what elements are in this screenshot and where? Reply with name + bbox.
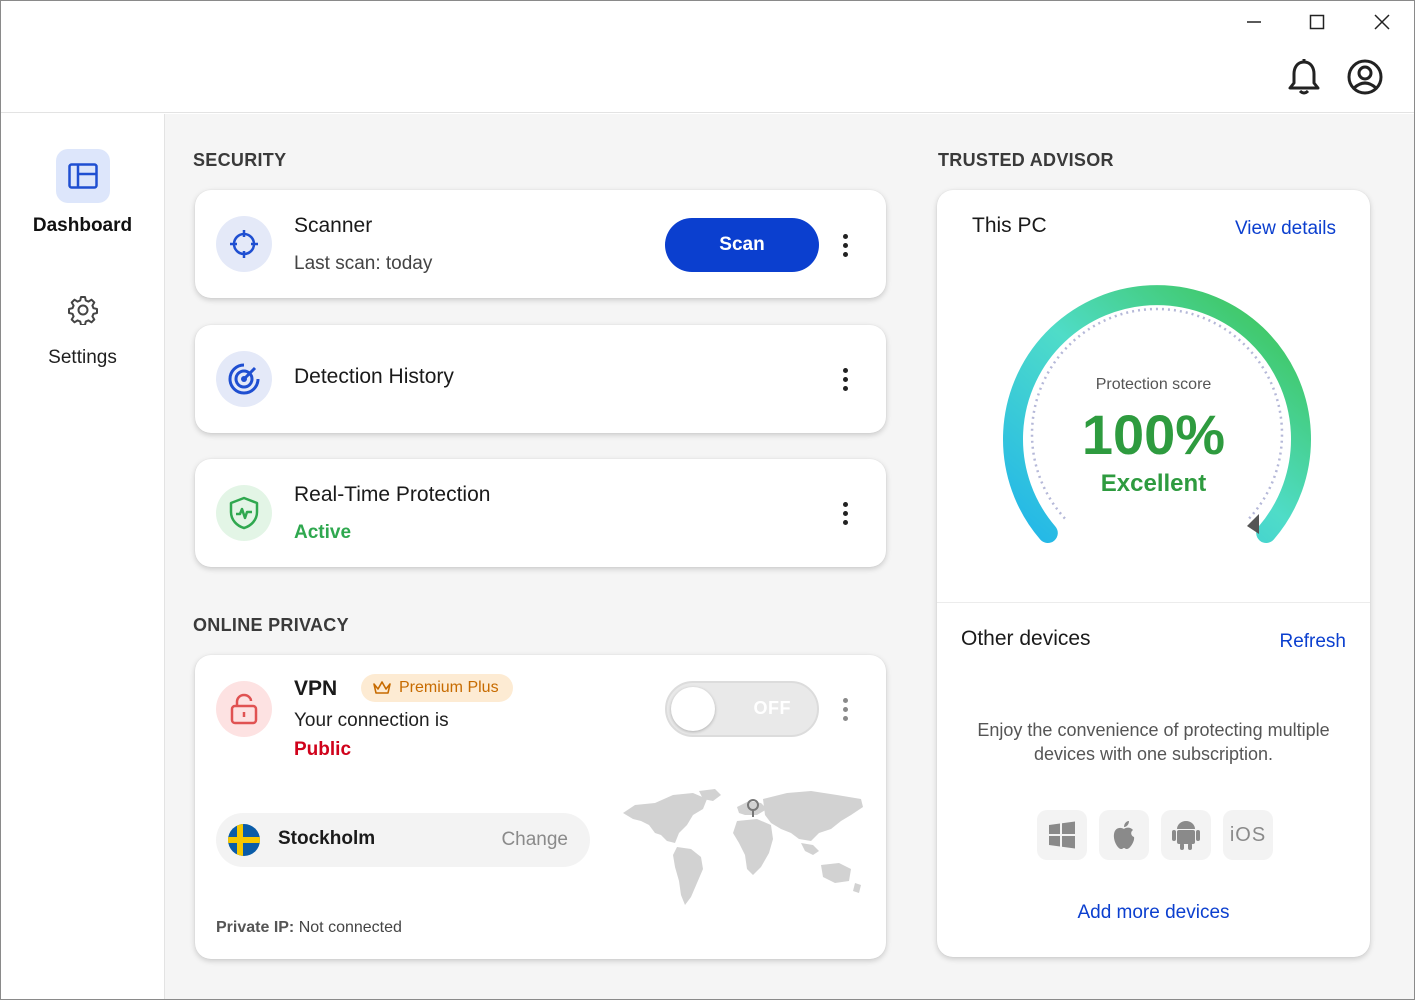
title-bar [1,1,1414,113]
protection-score-value: 100% [1081,403,1226,466]
shield-pulse-icon [216,485,272,541]
vpn-location-selector[interactable]: Stockholm Change [216,813,590,867]
vpn-location-city: Stockholm [278,828,376,849]
detection-history-more-icon[interactable] [833,359,857,399]
minimize-icon[interactable] [1231,5,1277,39]
sidebar-item-dashboard[interactable]: Dashboard [1,149,164,237]
scanner-card[interactable]: Scanner Last scan: today Scan [195,190,886,298]
private-ip: Private IP: Not connected [216,919,402,937]
ios-label: iOS [1229,823,1267,846]
vpn-connection-status: Public [294,739,352,760]
add-more-devices-link[interactable]: Add more devices [937,902,1370,924]
sidebar-item-label: Settings [48,347,117,368]
premium-badge: Premium Plus [361,674,513,702]
other-devices-title: Other devices [961,627,1091,650]
vpn-toggle[interactable]: OFF [665,681,819,737]
toggle-label: OFF [753,698,791,718]
this-pc-title: This PC [972,214,1047,237]
sweden-flag-icon [228,824,260,856]
sidebar-item-label: Dashboard [32,215,133,236]
detection-history-title: Detection History [294,365,454,388]
trusted-advisor-card: This PC View details Protection score 10… [937,190,1370,957]
world-map-icon [623,789,863,905]
scanner-more-icon[interactable] [833,225,857,265]
realtime-protection-more-icon[interactable] [833,493,857,533]
protection-score-text: Excellent [1100,470,1207,497]
sidebar-item-settings[interactable]: Settings [1,283,164,369]
section-title-security: SECURITY [193,150,287,170]
private-ip-label: Private IP: [216,919,295,936]
ios-platform[interactable]: iOS [1223,810,1273,860]
private-ip-value: Not connected [298,919,402,936]
crown-icon [373,681,391,694]
gear-icon [56,283,110,337]
detection-history-card[interactable]: Detection History [195,325,886,433]
section-title-advisor: TRUSTED ADVISOR [938,150,1114,170]
apple-icon[interactable] [1099,810,1149,860]
realtime-protection-card[interactable]: Real-Time Protection Active [195,459,886,567]
close-icon[interactable] [1359,5,1405,39]
scanner-title: Scanner [294,214,373,237]
refresh-link[interactable]: Refresh [1279,631,1346,653]
realtime-protection-status: Active [294,522,352,543]
divider [937,602,1370,603]
dashboard-icon [55,149,110,203]
platform-list: iOS [1037,810,1273,860]
protection-score-label: Protection score [1095,376,1212,393]
bell-icon[interactable] [1284,57,1324,97]
vpn-title: VPN [294,677,338,700]
other-devices-description: Enjoy the convenience of protecting mult… [977,720,1330,764]
app-window: Dashboard Settings SECURITY Scanner Last… [0,0,1415,1000]
windows-icon[interactable] [1037,810,1087,860]
vpn-connection-text: Your connection is [294,710,449,731]
realtime-protection-title: Real-Time Protection [294,483,491,506]
crosshair-icon [216,216,272,272]
vpn-more-icon[interactable] [833,689,857,729]
view-details-link[interactable]: View details [1235,218,1336,240]
vpn-card: VPN Premium Plus Your connection is Publ… [195,655,886,959]
main-content: SECURITY Scanner Last scan: today Scan D… [165,114,1414,999]
radar-icon [216,351,272,407]
premium-badge-label: Premium Plus [399,679,499,696]
vpn-change-location-link[interactable]: Change [501,829,568,851]
scan-button[interactable]: Scan [665,218,819,272]
maximize-icon[interactable] [1294,5,1340,39]
scanner-last-scan: Last scan: today [294,253,433,274]
user-circle-icon[interactable] [1345,57,1385,97]
section-title-privacy: ONLINE PRIVACY [193,615,349,635]
android-icon[interactable] [1161,810,1211,860]
sidebar: Dashboard Settings [1,114,165,999]
toggle-knob [671,687,715,731]
unlocked-lock-icon [216,681,272,737]
